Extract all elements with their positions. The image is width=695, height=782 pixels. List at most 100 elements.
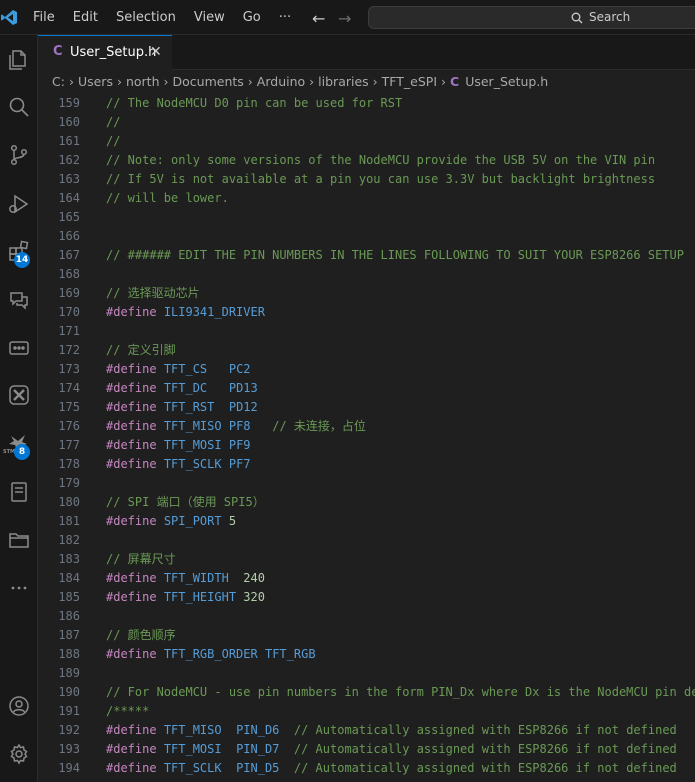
code-line[interactable]: 190 // For NodeMCU - use pin numbers in t… <box>38 683 695 702</box>
breadcrumb-libraries[interactable]: libraries <box>318 74 369 89</box>
line-number: 189 <box>58 666 80 680</box>
code-line[interactable]: 172 // 定义引脚 <box>38 341 695 360</box>
code-line[interactable]: 174 #define TFT_DC PD13 <box>38 379 695 398</box>
menu-more[interactable]: ··· <box>270 10 300 25</box>
code-line[interactable]: 162 // Note: only some versions of the No… <box>38 151 695 170</box>
code-line[interactable]: 167 // ###### EDIT THE PIN NUMBERS IN THE… <box>38 246 695 265</box>
remote-icon[interactable] <box>0 328 38 368</box>
close-icon[interactable]: ✕ <box>150 44 162 60</box>
code-line[interactable]: 168 <box>38 265 695 284</box>
run-debug-icon[interactable] <box>0 184 38 224</box>
tab-user-setup-h[interactable]: C User_Setup.h ✕ <box>38 35 172 70</box>
code-line[interactable]: 183 // 屏幕尺寸 <box>38 550 695 569</box>
line-text: #define TFT_RGB_ORDER TFT_RGB <box>106 647 316 661</box>
line-text: // If 5V is not available at a pin you c… <box>106 172 656 186</box>
source-control-icon[interactable] <box>0 135 38 175</box>
line-text: // ###### EDIT THE PIN NUMBERS IN THE LI… <box>106 248 684 262</box>
line-text: #define TFT_MISO PIN_D6 // Automatically… <box>106 723 677 737</box>
code-line[interactable]: 169 // 选择驱动芯片 <box>38 284 695 303</box>
back-arrow-icon[interactable]: ← <box>312 9 325 28</box>
code-line[interactable]: 193 #define TFT_MOSI PIN_D7 // Automatica… <box>38 740 695 759</box>
code-line[interactable]: 166 <box>38 227 695 246</box>
code-line[interactable]: 179 <box>38 474 695 493</box>
line-text: // SPI 端口（使用 SPI5） <box>106 495 265 509</box>
code-line[interactable]: 161 // <box>38 132 695 151</box>
line-number: 174 <box>58 381 80 395</box>
menu-bar: File Edit Selection View Go ··· <box>24 0 300 35</box>
line-text: // 定义引脚 <box>106 343 176 357</box>
code-editor[interactable]: 159 // The NodeMCU D0 pin can be used for… <box>38 94 695 782</box>
line-number: 177 <box>58 438 80 452</box>
chevron-right-icon: › <box>247 73 253 89</box>
code-line[interactable]: 160 // <box>38 113 695 132</box>
line-number: 167 <box>58 248 80 262</box>
line-number: 184 <box>58 571 80 585</box>
stm32-badge: 8 <box>14 444 30 460</box>
code-line[interactable]: 163 // If 5V is not available at a pin yo… <box>38 170 695 189</box>
breadcrumb-users[interactable]: Users <box>78 74 113 89</box>
forward-arrow-icon[interactable]: → <box>338 9 351 28</box>
settings-icon[interactable] <box>0 734 38 774</box>
line-number: 183 <box>58 552 80 566</box>
code-line[interactable]: 177 #define TFT_MOSI PF9 <box>38 436 695 455</box>
more-icon[interactable] <box>0 568 38 608</box>
breadcrumb-documents[interactable]: Documents <box>173 74 244 89</box>
menu-file[interactable]: File <box>24 10 64 25</box>
menu-go[interactable]: Go <box>234 10 270 25</box>
command-center-search[interactable]: Search <box>368 6 695 29</box>
code-line[interactable]: 191 /***** <box>38 702 695 721</box>
x-icon[interactable] <box>0 375 38 415</box>
line-number: 181 <box>58 514 80 528</box>
code-line[interactable]: 170 #define ILI9341_DRIVER <box>38 303 695 322</box>
code-line[interactable]: 176 #define TFT_MISO PF8 // 未连接，占位 <box>38 417 695 436</box>
line-number: 193 <box>58 742 80 756</box>
menu-view[interactable]: View <box>185 10 234 25</box>
breadcrumb-file[interactable]: User_Setup.h <box>465 74 548 89</box>
line-number: 169 <box>58 286 80 300</box>
code-line[interactable]: 171 <box>38 322 695 341</box>
chevron-right-icon: › <box>116 73 122 89</box>
folder-icon[interactable] <box>0 520 38 560</box>
code-line[interactable]: 186 <box>38 607 695 626</box>
line-number: 194 <box>58 761 80 775</box>
c-file-icon: C <box>450 73 460 89</box>
explorer-icon[interactable] <box>0 40 38 80</box>
code-line[interactable]: 187 // 颜色顺序 <box>38 626 695 645</box>
chevron-right-icon: › <box>68 73 74 89</box>
code-line[interactable]: 173 #define TFT_CS PC2 <box>38 360 695 379</box>
line-number: 166 <box>58 229 80 243</box>
line-number: 182 <box>58 533 80 547</box>
code-line[interactable]: 178 #define TFT_SCLK PF7 <box>38 455 695 474</box>
document-icon[interactable] <box>0 472 38 512</box>
code-line[interactable]: 184 #define TFT_WIDTH 240 <box>38 569 695 588</box>
breadcrumb-arduino[interactable]: Arduino <box>257 74 305 89</box>
line-number: 180 <box>58 495 80 509</box>
menu-edit[interactable]: Edit <box>64 10 107 25</box>
line-text: // 屏幕尺寸 <box>106 552 176 566</box>
menu-selection[interactable]: Selection <box>107 10 185 25</box>
code-line[interactable]: 164 // will be lower. <box>38 189 695 208</box>
code-line[interactable]: 192 #define TFT_MISO PIN_D6 // Automatica… <box>38 721 695 740</box>
code-line[interactable]: 175 #define TFT_RST PD12 <box>38 398 695 417</box>
line-text: #define TFT_MOSI PIN_D7 // Automatically… <box>106 742 677 756</box>
code-line[interactable]: 185 #define TFT_HEIGHT 320 <box>38 588 695 607</box>
line-number: 185 <box>58 590 80 604</box>
search-icon[interactable] <box>0 87 38 127</box>
breadcrumb-north[interactable]: north <box>126 74 160 89</box>
chat-icon[interactable] <box>0 280 38 320</box>
line-number: 192 <box>58 723 80 737</box>
code-line[interactable]: 159 // The NodeMCU D0 pin can be used for… <box>38 94 695 113</box>
account-icon[interactable] <box>0 686 38 726</box>
code-line[interactable]: 188 #define TFT_RGB_ORDER TFT_RGB <box>38 645 695 664</box>
code-line[interactable]: 180 // SPI 端口（使用 SPI5） <box>38 493 695 512</box>
breadcrumb-tft-espi[interactable]: TFT_eSPI <box>382 74 437 89</box>
code-line[interactable]: 194 #define TFT_SCLK PIN_D5 // Automatica… <box>38 759 695 778</box>
code-line[interactable]: 181 #define SPI_PORT 5 <box>38 512 695 531</box>
line-text: // will be lower. <box>106 191 229 205</box>
code-line[interactable]: 165 <box>38 208 695 227</box>
code-line[interactable]: 189 <box>38 664 695 683</box>
line-number: 173 <box>58 362 80 376</box>
code-line[interactable]: 182 <box>38 531 695 550</box>
line-number: 168 <box>58 267 80 281</box>
breadcrumb-drive[interactable]: C: <box>52 74 65 89</box>
